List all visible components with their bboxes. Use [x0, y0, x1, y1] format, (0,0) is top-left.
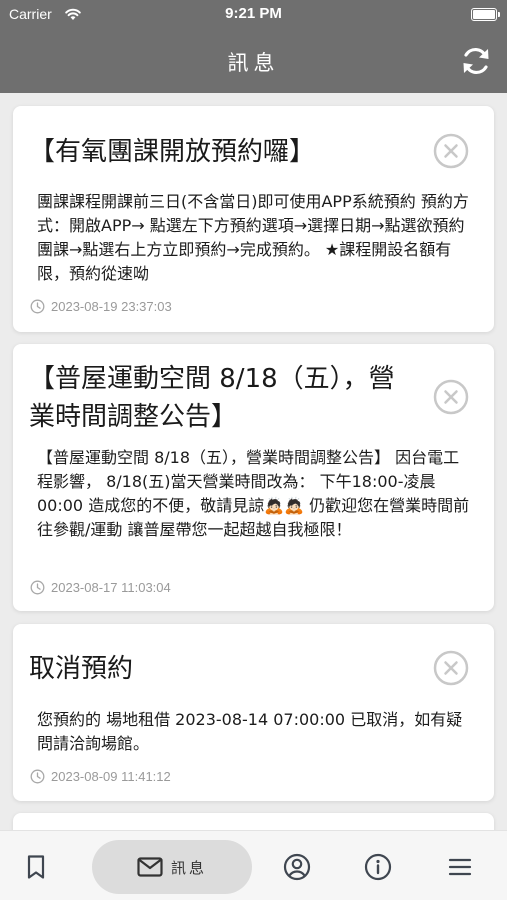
message-timestamp: 2023-08-09 11:41:12: [30, 769, 171, 784]
clock: 9:21 PM: [225, 5, 282, 22]
clock-icon: [30, 299, 45, 314]
tab-menu[interactable]: [438, 841, 482, 893]
message-timestamp: 2023-08-19 23:37:03: [30, 299, 172, 314]
tab-bar: 訊息: [0, 830, 507, 900]
close-icon[interactable]: [433, 133, 469, 169]
timestamp-text: 2023-08-09 11:41:12: [51, 769, 171, 784]
clock-icon: [30, 580, 45, 595]
tab-bookmark[interactable]: [14, 841, 58, 893]
message-card[interactable]: [13, 813, 494, 830]
close-icon[interactable]: [433, 650, 469, 686]
message-body: 團課課程開課前三日(不含當日)即可使用APP系統預約 預約方式：開啟APP→ 點…: [37, 192, 469, 283]
close-icon[interactable]: [433, 379, 469, 415]
tab-messages[interactable]: 訊息: [92, 840, 252, 894]
refresh-icon[interactable]: [459, 44, 493, 78]
info-icon: [364, 853, 392, 881]
status-bar: Carrier 9:21 PM: [0, 0, 507, 30]
clock-icon: [30, 769, 45, 784]
message-body: 【普屋運動空間 8/18（五），營業時間調整公告】 因台電工程影響， 8/18(…: [37, 448, 470, 539]
message-card[interactable]: 取消預約 您預約的 場地租借 2023-08-14 07:00:00 已取消，如…: [13, 624, 494, 801]
page-title: 訊息: [227, 51, 280, 75]
message-card[interactable]: 【有氧團課開放預約囉】 團課課程開課前三日(不含當日)即可使用APP系統預約 預…: [13, 106, 494, 332]
message-title: 【有氧團課開放預約囉】: [29, 137, 316, 167]
nav-bar: 訊息: [0, 30, 507, 93]
menu-icon: [448, 858, 472, 876]
user-circle-icon: [283, 853, 311, 881]
timestamp-text: 2023-08-17 11:03:04: [51, 580, 171, 595]
message-timestamp: 2023-08-17 11:03:04: [30, 580, 171, 595]
bookmark-icon: [27, 855, 45, 879]
battery-icon: [471, 8, 500, 21]
tab-label: 訊息: [170, 858, 207, 877]
timestamp-text: 2023-08-19 23:37:03: [51, 299, 172, 314]
message-card[interactable]: 【普屋運動空間 8/18（五），營業時間調整公告】 【普屋運動空間 8/18（五…: [13, 344, 494, 611]
message-list[interactable]: 【有氧團課開放預約囉】 團課課程開課前三日(不含當日)即可使用APP系統預約 預…: [0, 93, 507, 830]
tab-info[interactable]: [356, 841, 400, 893]
message-title: 【普屋運動空間 8/18（五），營業時間調整公告】: [29, 364, 395, 432]
mail-icon: [137, 857, 163, 877]
message-body: 您預約的 場地租借 2023-08-14 07:00:00 已取消，如有疑問請洽…: [37, 710, 463, 753]
tab-profile[interactable]: [275, 841, 319, 893]
message-title: 取消預約: [29, 654, 134, 684]
